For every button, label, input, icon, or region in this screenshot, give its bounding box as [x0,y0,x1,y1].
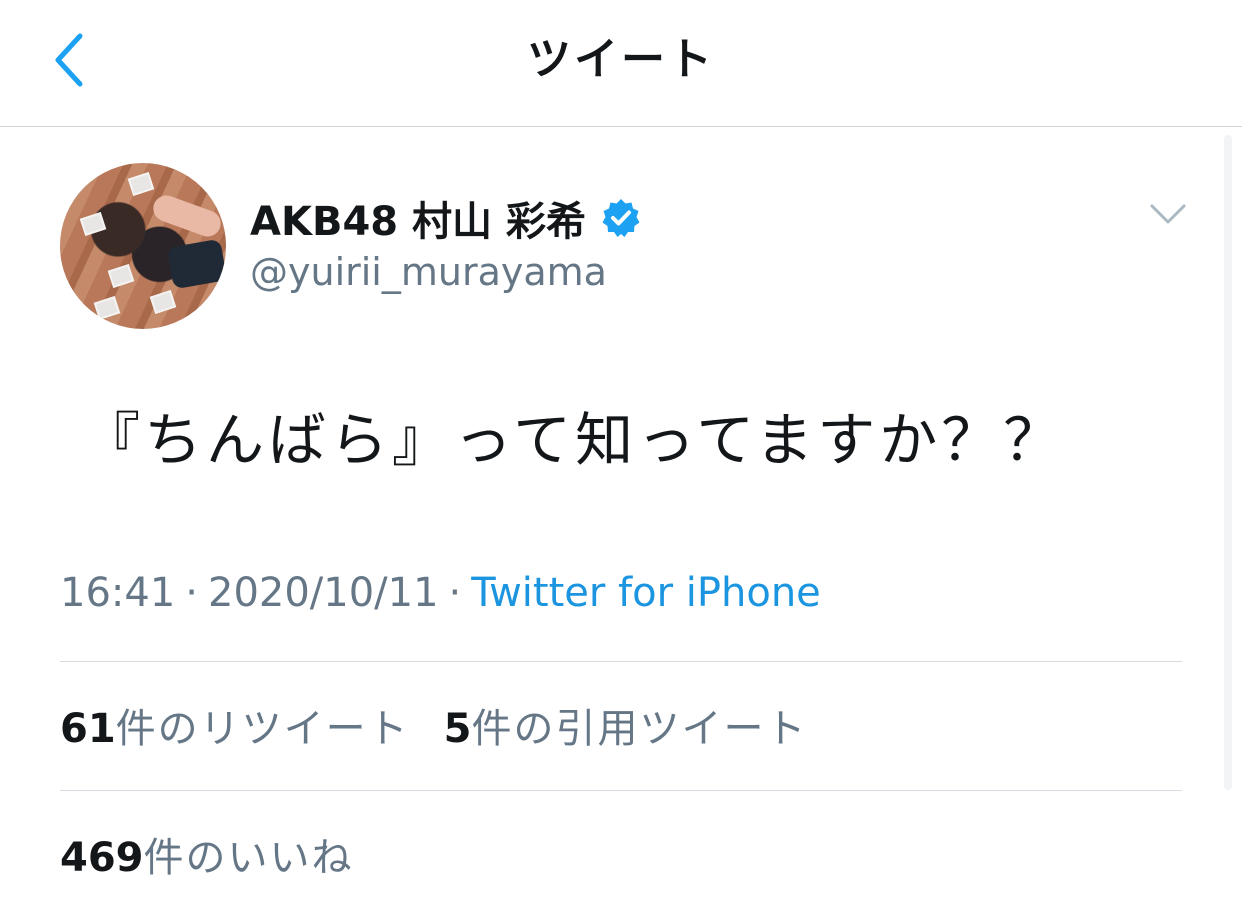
tweet-meta: 16:41 · 2020/10/11 · Twitter for iPhone [60,565,821,621]
quote-label: 件の引用ツイート [471,706,808,752]
meta-separator: · [448,570,462,616]
likes-stat-row: 469 件のいいね [60,826,354,882]
tweet-source-link[interactable]: Twitter for iPhone [471,570,821,616]
tweet-time: 16:41 [60,570,176,616]
author-display-name[interactable]: AKB48 村山 彩希 [250,190,642,246]
scrollbar[interactable] [1224,135,1232,790]
author-handle[interactable]: @yuirii_murayama [250,250,607,302]
tweet-text: 『ちんばら』って知ってますか？？ [82,406,1066,474]
retweet-label: 件のリツイート [115,706,410,752]
tweet-detail-screen: ツイート AKB48 村山 彩希 @yuirii_murayama 『ちんばら』… [0,0,1242,907]
retweets-stat[interactable]: 61 件のリツイート [60,696,410,754]
tweet-date: 2020/10/11 [208,570,439,616]
engagement-stats: 61 件のリツイート 5 件の引用ツイート [60,697,808,753]
divider [60,790,1182,791]
like-count: 469 [60,835,144,881]
avatar[interactable] [60,163,226,329]
verified-badge-icon [600,197,642,239]
likes-stat[interactable]: 469 件のいいね [60,825,354,883]
like-label: 件のいいね [143,835,354,881]
page-title: ツイート [527,34,715,85]
quotes-stat[interactable]: 5 件の引用ツイート [444,696,808,754]
navigation-header: ツイート [0,0,1242,127]
quote-count: 5 [443,706,472,752]
more-options-button[interactable] [1148,200,1188,228]
chevron-down-icon [1150,204,1186,224]
divider [60,661,1182,662]
retweet-count: 61 [60,706,116,752]
display-name-text: AKB48 村山 彩希 [250,199,586,245]
meta-separator: · [185,570,198,616]
